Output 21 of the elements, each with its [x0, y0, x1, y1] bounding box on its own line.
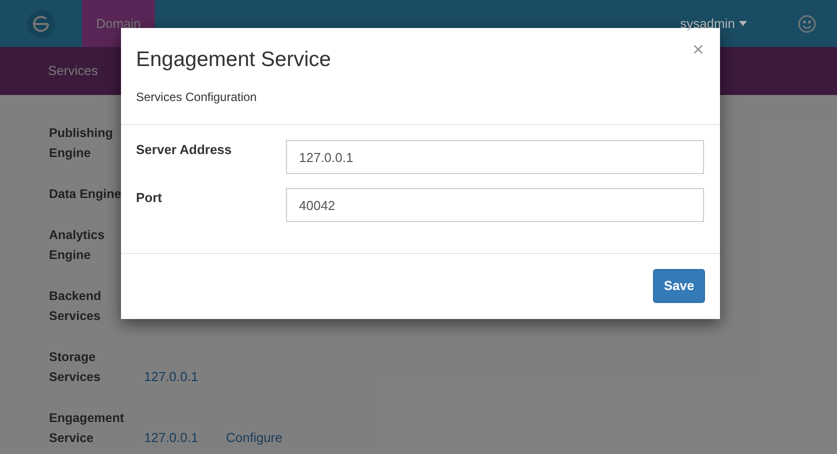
modal-subtitle: Services Configuration — [136, 89, 258, 106]
close-button[interactable]: × — [692, 40, 704, 60]
modal-title: Engagement Service — [136, 47, 331, 73]
address-link[interactable]: 127.0.0.1 — [144, 367, 226, 387]
service-label: Analytics Engine — [49, 227, 106, 264]
input-field[interactable]: 40042 — [286, 188, 704, 222]
input-field[interactable]: 127.0.0.1 — [286, 140, 704, 174]
service-label: Engagement Service — [49, 410, 125, 447]
service-label: Backend Services — [49, 288, 102, 325]
configure-link[interactable]: Configure — [226, 428, 282, 448]
logo-icon — [26, 8, 56, 38]
save-button[interactable]: Save — [653, 269, 705, 303]
caret-icon — [739, 21, 747, 26]
service-label: Storage Services — [49, 349, 102, 386]
field-label: Port — [136, 189, 163, 207]
field-label: Server Address — [136, 141, 233, 159]
address-link[interactable]: 127.0.0.1 — [144, 428, 226, 448]
nav-link[interactable]: Services — [48, 61, 98, 81]
service-label: Publishing Engine — [49, 125, 114, 162]
smiley-icon[interactable] — [798, 14, 816, 32]
service-label: Data Engine — [49, 186, 122, 203]
